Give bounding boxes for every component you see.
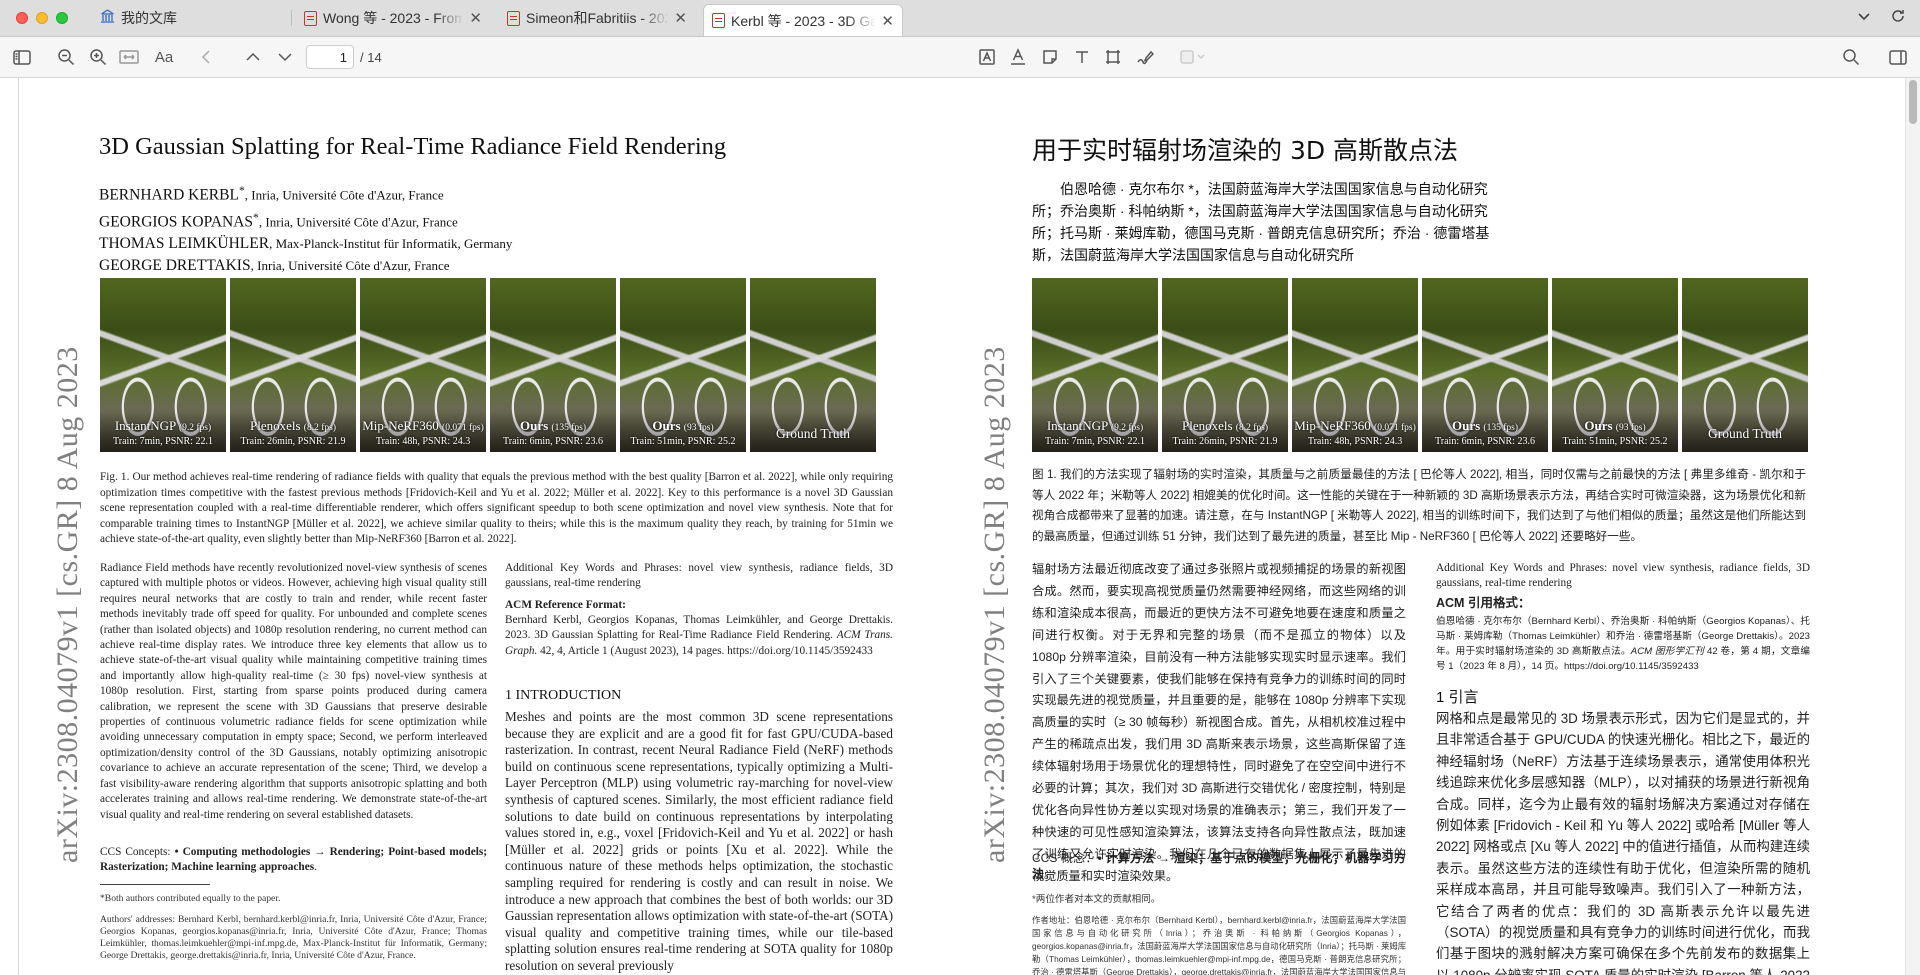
tab-bar: 我的文库 Wong 等 - 2023 - From W ✕ Simeon和Fab… <box>0 0 1920 37</box>
figure-panel: Mip-NeRF360 (0.071 fps) Train: 48h, PSNR:… <box>360 278 486 452</box>
introduction-text: Meshes and points are the most common 3D… <box>505 709 893 973</box>
acm-reference-heading-translated: ACM 引用格式： <box>1436 596 1531 610</box>
text-tool-icon[interactable] <box>1073 47 1091 67</box>
text-size-icon[interactable]: Aa <box>152 47 176 67</box>
zoom-out-icon[interactable] <box>56 47 76 67</box>
footnote-equal: *Both authors contributed equally to the… <box>100 893 281 904</box>
tab-simeon-pdf[interactable]: Simeon和Fabritiis - 2023 ✕ <box>499 4 695 32</box>
section-heading-translated: 1 引言 <box>1436 689 1479 706</box>
introduction-text-translated: 网格和点是最常见的 3D 场景表示形式，因为它们是显式的，并且非常适合基于 GP… <box>1436 711 1810 975</box>
right-sidebar-icon[interactable] <box>1888 47 1908 67</box>
arxiv-stamp: arXiv:2308.04079v1 [cs.GR] 8 Aug 2023 <box>51 346 84 863</box>
sidebar-icon[interactable] <box>12 47 32 67</box>
figure-panel: Ours (135 fps) Train: 6min, PSNR: 23.6 <box>1422 278 1548 452</box>
figure-panel: Ours (93 fps) Train: 51min, PSNR: 25.2 <box>620 278 746 452</box>
tab-close-icon[interactable]: ✕ <box>881 12 894 30</box>
vertical-scrollbar[interactable] <box>1905 78 1920 975</box>
figure-panel: Plenoxels (8.2 fps) Train: 26min, PSNR: 2… <box>230 278 356 452</box>
teaser-figure: InstantNGP (9.2 fps) Train: 7min, PSNR: 2… <box>100 278 876 452</box>
author-line: BERNHARD KERBL*, Inria, Université Côte … <box>99 184 444 204</box>
select-area-icon[interactable] <box>1104 47 1122 67</box>
author-list: BERNHARD KERBL*, Inria, Université Côte … <box>99 180 512 277</box>
keywords: Additional Key Words and Phrases: novel … <box>1436 562 1810 590</box>
acm-reference: Bernhard Kerbl, Georgios Kopanas, Thomas… <box>505 614 893 657</box>
translated-pdf-page: 用于实时辐射场渲染的 3D 高斯散点法 伯恩哈德 · 克尔布尔 *，法国蔚蓝海岸… <box>950 78 1890 975</box>
figure-panel: Ground Truth <box>750 278 876 452</box>
section-heading: 1 INTRODUCTION <box>505 688 622 703</box>
figure-panel: Ours (93 fps) Train: 51min, PSNR: 25.2 <box>1552 278 1678 452</box>
reload-icon[interactable] <box>1890 8 1906 29</box>
tab-divider <box>291 10 292 26</box>
tab-library[interactable]: 我的文库 <box>92 4 282 32</box>
pdf-icon <box>304 10 317 26</box>
tab-label: 我的文库 <box>121 10 177 26</box>
toolbar: Aa 1 / 14 <box>0 37 1920 78</box>
color-picker-icon[interactable] <box>1180 47 1208 67</box>
paper-title: 3D Gaussian Splatting for Real-Time Radi… <box>99 133 727 160</box>
footnote-addresses: Authors' addresses: Bernhard Kerbl, bern… <box>100 914 487 961</box>
page-number-input[interactable]: 1 <box>306 45 354 69</box>
pdf-icon <box>507 10 520 26</box>
tab-wong-pdf[interactable]: Wong 等 - 2023 - From W ✕ <box>296 4 490 32</box>
fit-width-icon[interactable] <box>118 47 140 67</box>
acm-reference-translated: 伯恩哈德 · 克尔布尔（Bernhard Kerbl）、乔治奥斯 · 科帕纳斯（… <box>1436 616 1811 672</box>
document-viewport[interactable]: 3D Gaussian Splatting for Real-Time Radi… <box>0 78 1920 975</box>
acm-reference-heading: ACM Reference Format: <box>505 599 626 611</box>
page-total-label: / 14 <box>360 50 382 65</box>
author-line: GEORGIOS KOPANAS*, Inria, Université Côt… <box>99 210 458 231</box>
teaser-figure: InstantNGP (9.2 fps) Train: 7min, PSNR: 2… <box>1032 278 1808 452</box>
figure-panel: Ground Truth <box>1682 278 1808 452</box>
search-icon[interactable] <box>1842 47 1860 67</box>
arxiv-stamp: arXiv:2308.04079v1 [cs.GR] 8 Aug 2023 <box>978 346 1011 863</box>
footnote-equal-translated: *两位作者对本文的贡献相同。 <box>1032 894 1161 905</box>
footnote-rule <box>100 884 210 885</box>
abstract-translated: 辐射场方法最近彻底改变了通过多张照片或视频捕捉的场景的新视图合成。然而，要实现高… <box>1032 562 1406 883</box>
author-list-translated: 伯恩哈德 · 克尔布尔 *，法国蔚蓝海岸大学法国国家信息与自动化研究所；乔治奥斯… <box>1032 181 1490 263</box>
text-annotation-icon[interactable] <box>978 47 996 67</box>
scrollbar-thumb[interactable] <box>1909 80 1917 124</box>
page-up-icon[interactable] <box>244 47 262 67</box>
ccs-concepts: CCS Concepts: • Computing methodologies … <box>100 846 488 874</box>
zoom-window-button[interactable] <box>56 12 68 24</box>
author-line: THOMAS LEIMKÜHLER, Max-Planck-Institut f… <box>99 235 513 253</box>
underline-icon[interactable] <box>1009 47 1027 67</box>
ccs-concepts-translated: CCS 概念：• 计算方法 → 渲染；基于点的模型；光栅化；机器学习方法。 <box>1032 851 1406 881</box>
tab-close-icon[interactable]: ✕ <box>674 9 687 27</box>
abstract: Radiance Field methods have recently rev… <box>100 562 487 821</box>
ink-icon[interactable] <box>1136 47 1154 67</box>
figure-panel: Plenoxels (8.2 fps) Train: 26min, PSNR: 2… <box>1162 278 1288 452</box>
zoom-in-icon[interactable] <box>88 47 108 67</box>
figure-caption-translated: 图 1. 我们的方法实现了辐射场的实时渲染，其质量与之前质量最佳的方法 [ 巴伦… <box>1032 468 1806 543</box>
paper-title-translated: 用于实时辐射场渲染的 3D 高斯散点法 <box>1032 136 1459 165</box>
library-icon <box>100 9 115 27</box>
minimize-window-button[interactable] <box>36 12 48 24</box>
figure-panel: Ours (135 fps) Train: 6min, PSNR: 23.6 <box>490 278 616 452</box>
footnote-addresses-translated: 作者地址：伯恩哈德 · 克尔布尔（Bernhard Kerbl），bernhar… <box>1032 915 1406 975</box>
figure-panel: InstantNGP (9.2 fps) Train: 7min, PSNR: 2… <box>100 278 226 452</box>
back-icon[interactable] <box>198 47 214 67</box>
tab-kerbl-pdf[interactable]: Kerbl 等 - 2023 - 3D Gau ✕ <box>703 4 903 36</box>
close-window-button[interactable] <box>16 12 28 24</box>
page-down-icon[interactable] <box>276 47 294 67</box>
note-icon[interactable] <box>1041 47 1059 67</box>
original-pdf-page: 3D Gaussian Splatting for Real-Time Radi… <box>18 78 974 975</box>
author-line: GEORGE DRETTAKIS, Inria, Université Côte… <box>99 257 450 275</box>
figure-caption: Fig. 1. Our method achieves real-time re… <box>100 471 893 545</box>
pdf-icon <box>712 13 725 28</box>
tab-close-icon[interactable]: ✕ <box>469 9 482 27</box>
figure-panel: Mip-NeRF360 (0.071 fps) Train: 48h, PSNR:… <box>1292 278 1418 452</box>
keywords: Additional Key Words and Phrases: novel … <box>505 562 893 590</box>
tab-overflow-chevron-icon[interactable] <box>1856 8 1872 29</box>
figure-panel: InstantNGP (9.2 fps) Train: 7min, PSNR: 2… <box>1032 278 1158 452</box>
